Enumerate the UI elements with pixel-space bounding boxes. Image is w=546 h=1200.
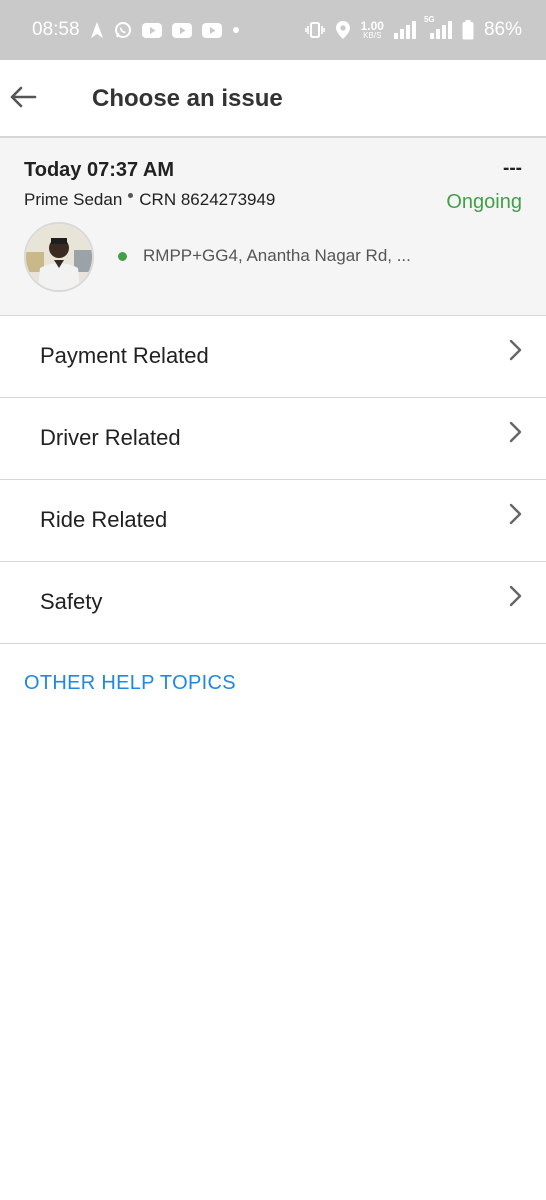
chevron-right-icon [508,338,524,362]
vibrate-icon [304,20,325,40]
navigation-arrow-icon [90,21,104,39]
ride-fare: --- [503,158,522,179]
net-speed-unit: KB/S [363,31,382,40]
ride-date-time: Today 07:37 AM [24,159,175,181]
net-speed: 1.00 KB/S [361,20,384,40]
youtube-icon [141,22,162,38]
signal-icon [393,21,416,39]
other-help-topics-link[interactable]: OTHER HELP TOPICS [24,672,236,695]
battery-percent: 86% [483,19,522,40]
back-button[interactable] [6,82,40,116]
pickup-address: RMPP+GG4, Anantha Nagar Rd, ... [143,246,411,265]
ride-crn: CRN 8624273949 [139,190,276,209]
youtube-icon [201,22,222,38]
battery-icon [462,20,474,40]
youtube-icon [171,22,192,38]
network-type-label: 5G [423,15,435,24]
dot-icon [232,26,240,34]
ride-meta: Prime Sedan CRN 8624273949 [24,190,275,210]
issue-item-driver-related[interactable]: Driver Related [0,398,546,480]
ride-status-badge: Ongoing [446,191,522,213]
ride-card[interactable]: Today 07:37 AM Prime Sedan CRN 862427394… [0,138,546,316]
issue-item-label: Driver Related [40,425,181,450]
issue-list: Payment Related Driver Related Ride Rela… [0,316,546,644]
app-bar: Choose an issue [0,60,546,138]
chevron-right-icon [508,502,524,526]
chevron-right-icon [508,584,524,608]
issue-item-ride-related[interactable]: Ride Related [0,480,546,562]
pickup-dot-icon [118,252,127,261]
issue-item-safety[interactable]: Safety [0,562,546,644]
issue-item-label: Ride Related [40,507,168,532]
signal-5g-icon: 5G [424,15,452,39]
status-time: 08:58 [32,19,80,40]
issue-item-label: Safety [40,589,103,614]
whatsapp-icon [114,21,132,39]
issue-item-label: Payment Related [40,343,209,368]
separator-dot-icon [128,192,134,198]
driver-avatar [24,222,94,292]
status-bar: 08:58 1.00 KB/S 5G 86% [0,0,546,60]
location-icon [335,20,351,40]
chevron-right-icon [508,420,524,444]
ride-vehicle-type: Prime Sedan [24,190,123,209]
page-title: Choose an issue [92,85,283,112]
issue-item-payment-related[interactable]: Payment Related [0,316,546,398]
back-arrow-icon [9,85,37,114]
